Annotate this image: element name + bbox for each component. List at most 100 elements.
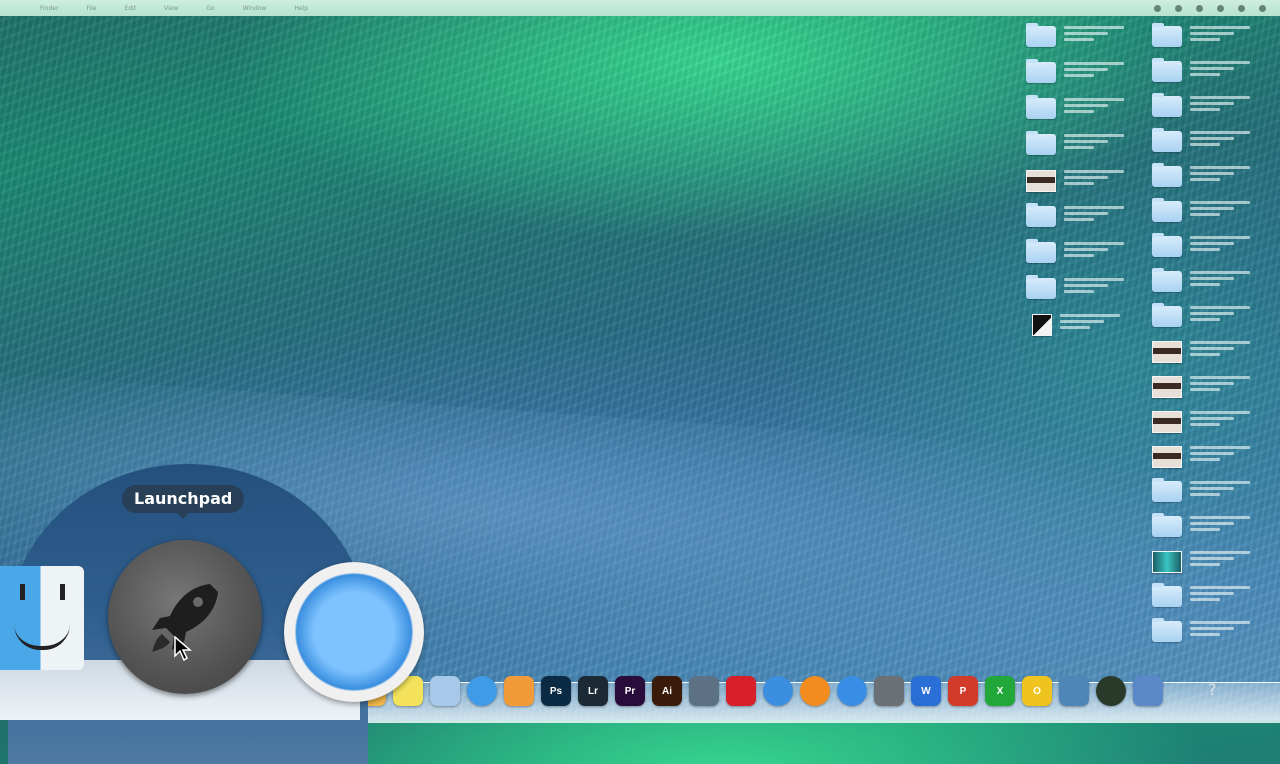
- menu-item[interactable]: Edit: [125, 5, 137, 12]
- desktop-item[interactable]: [1026, 275, 1124, 303]
- lightroom-icon[interactable]: Lr: [578, 676, 608, 706]
- desktop-item-label: [1190, 376, 1250, 391]
- desktop-item[interactable]: [1152, 478, 1250, 506]
- orange-round-icon[interactable]: [800, 676, 830, 706]
- word-icon[interactable]: W: [911, 676, 941, 706]
- status-icon[interactable]: [1175, 4, 1182, 12]
- excel-icon[interactable]: X: [985, 676, 1015, 706]
- folder-icon: [1152, 163, 1182, 187]
- desktop-item[interactable]: [1152, 268, 1250, 296]
- desktop-item-label: [1064, 206, 1124, 221]
- mouse-cursor-icon: [174, 636, 192, 662]
- desktop-item-label: [1190, 586, 1250, 601]
- photos-icon[interactable]: [430, 676, 460, 706]
- desktop-item[interactable]: [1152, 303, 1250, 331]
- menu-item[interactable]: Window: [243, 5, 267, 12]
- globe-icon[interactable]: [837, 676, 867, 706]
- desktop-item-label: [1064, 278, 1124, 293]
- desktop-item-label: [1064, 98, 1124, 113]
- status-icon[interactable]: [1154, 4, 1161, 12]
- desktop-item[interactable]: [1026, 59, 1124, 87]
- desktop-item-label: [1064, 170, 1124, 185]
- outlook-icon[interactable]: O: [1022, 676, 1052, 706]
- image-thumbnail-icon: [1152, 446, 1182, 468]
- desktop-item-label: [1190, 271, 1250, 286]
- desktop-item[interactable]: [1152, 374, 1250, 401]
- launchpad-icon[interactable]: [108, 540, 262, 694]
- desktop-item[interactable]: [1152, 233, 1250, 261]
- desktop-item[interactable]: [1152, 444, 1250, 471]
- folder-orange-icon[interactable]: [504, 676, 534, 706]
- folder-icon: [1152, 268, 1182, 292]
- desktop-item[interactable]: [1026, 239, 1124, 267]
- menu-item[interactable]: Help: [294, 5, 308, 12]
- status-icon[interactable]: [1196, 4, 1203, 12]
- folder-icon: [1152, 93, 1182, 117]
- image-thumbnail-icon: [1152, 341, 1182, 363]
- premiere-icon[interactable]: Pr: [615, 676, 645, 706]
- menu-item[interactable]: View: [164, 5, 178, 12]
- camera-icon[interactable]: [689, 676, 719, 706]
- powerpoint-icon[interactable]: P: [948, 676, 978, 706]
- desktop-item[interactable]: [1026, 203, 1124, 231]
- menu-bar-status-icons: [1154, 4, 1266, 12]
- tree-app-icon[interactable]: [1059, 676, 1089, 706]
- folder-icon: [1152, 198, 1182, 222]
- desktop-item-label: [1190, 446, 1250, 461]
- illustrator-icon[interactable]: Ai: [652, 676, 682, 706]
- red-app-icon[interactable]: [726, 676, 756, 706]
- desktop-item[interactable]: [1152, 58, 1250, 86]
- folder-icon: [1026, 239, 1056, 263]
- menu-item[interactable]: File: [86, 5, 96, 12]
- document-icon: [1032, 314, 1052, 336]
- dock-tooltip: Launchpad: [122, 485, 245, 519]
- folder-icon: [1152, 303, 1182, 327]
- photoshop-icon[interactable]: Ps: [541, 676, 571, 706]
- desktop-item[interactable]: [1152, 618, 1250, 646]
- finder-icon[interactable]: [0, 566, 84, 670]
- app-store-icon[interactable]: [467, 676, 497, 706]
- notification-center-icon[interactable]: [1259, 4, 1266, 12]
- menu-item[interactable]: Go: [206, 5, 214, 12]
- desktop-item-label: [1190, 61, 1250, 76]
- desktop-item[interactable]: [1152, 163, 1250, 191]
- desktop-item[interactable]: [1026, 168, 1124, 195]
- user-app-icon[interactable]: [1133, 676, 1163, 706]
- desktop-item-label: [1190, 621, 1250, 636]
- desktop-item[interactable]: [1152, 409, 1250, 436]
- desktop-item[interactable]: [1152, 128, 1250, 156]
- desktop-item[interactable]: [1026, 23, 1124, 51]
- itunes-icon[interactable]: [763, 676, 793, 706]
- desktop-item[interactable]: [1152, 549, 1250, 576]
- folder-icon: [1152, 128, 1182, 152]
- desktop-item-label: [1190, 131, 1250, 146]
- desktop-item[interactable]: [1152, 198, 1250, 226]
- desktop-item-label: [1190, 481, 1250, 496]
- desktop-item[interactable]: [1026, 312, 1124, 339]
- desktop-item-label: [1190, 236, 1250, 251]
- safari-icon[interactable]: [284, 562, 424, 702]
- desktop-item-label: [1190, 201, 1250, 216]
- help-icon[interactable]: ?: [1208, 680, 1217, 699]
- desktop-item[interactable]: [1026, 95, 1124, 123]
- dark-round-icon[interactable]: [1096, 676, 1126, 706]
- menu-item[interactable]: Finder: [40, 5, 58, 12]
- folder-icon: [1026, 59, 1056, 83]
- desktop-item[interactable]: [1026, 131, 1124, 159]
- image-thumbnail-icon: [1152, 411, 1182, 433]
- folder-icon: [1026, 203, 1056, 227]
- menu-items: Finder File Edit View Go Window Help: [40, 5, 308, 12]
- desktop-item[interactable]: [1152, 339, 1250, 366]
- grey-app-icon[interactable]: [874, 676, 904, 706]
- spotlight-icon[interactable]: [1238, 4, 1245, 12]
- image-thumbnail-icon: [1152, 376, 1182, 398]
- desktop-item-label: [1190, 26, 1250, 41]
- desktop-item[interactable]: [1152, 23, 1250, 51]
- desktop-item[interactable]: [1152, 93, 1250, 121]
- desktop-item[interactable]: [1152, 583, 1250, 611]
- folder-icon: [1026, 23, 1056, 47]
- folder-icon: [1026, 131, 1056, 155]
- dock: Ps Lr Pr Ai W P X O: [356, 676, 1163, 706]
- desktop-item[interactable]: [1152, 513, 1250, 541]
- status-icon[interactable]: [1217, 4, 1224, 12]
